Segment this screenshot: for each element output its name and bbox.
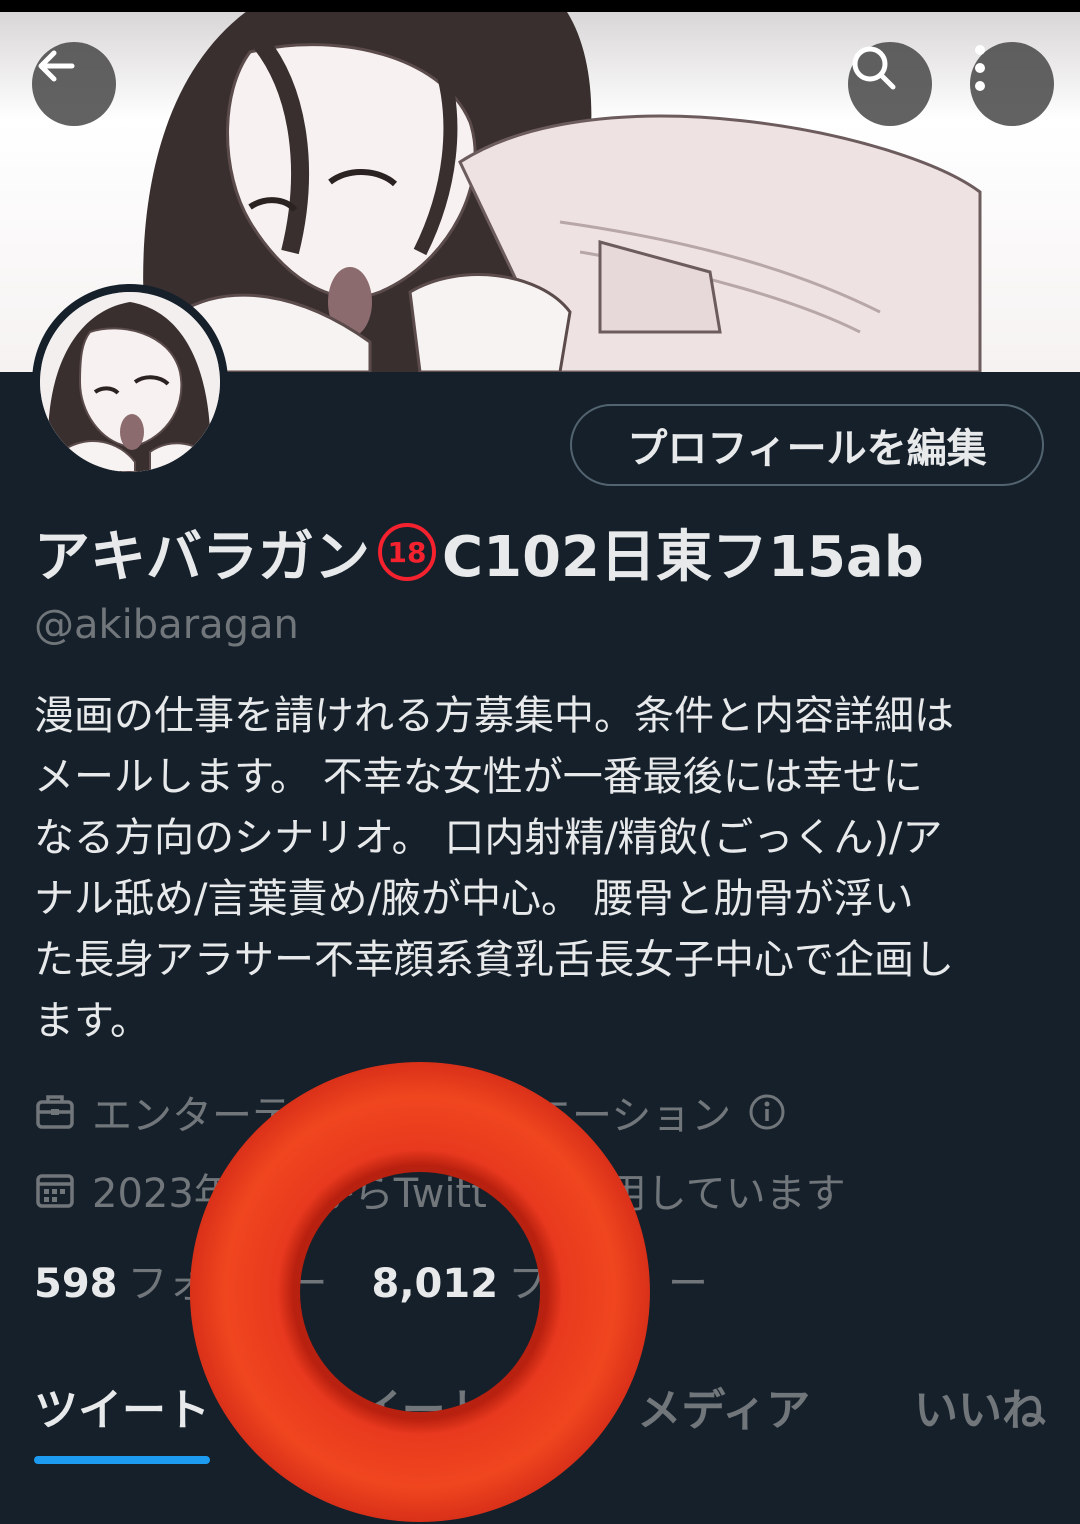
profile-join-date: 2023年 からTwitt 利用しています [34,1160,846,1220]
calendar-icon [36,1174,74,1208]
more-options-button[interactable] [970,42,1054,126]
more-vertical-icon [975,45,985,91]
info-icon[interactable] [747,1092,787,1132]
status-bar [0,0,1080,12]
profile-category: エンターテ クリエーション [34,1082,787,1142]
bio-line: ます。 [34,998,150,1044]
tab-likes[interactable]: いいね [914,1374,1046,1462]
briefcase-icon [36,1095,74,1129]
age-restriction-badge: 18 [378,523,436,581]
profile-bio: 漫画の仕事を請けれる方募集中。条件と内容詳細は メールします。 不幸な女性が一番… [34,686,1054,1052]
search-icon [852,46,896,90]
followers-link[interactable]: 8,012 フォ ー [372,1251,709,1309]
followers-count: 8,012 [371,1261,499,1307]
back-button[interactable] [32,42,116,126]
category-label: エンターテ クリエーション [92,1093,732,1139]
followers-label: フォ ー [508,1261,709,1307]
display-name-text: アキバラガン [34,524,370,590]
arrow-left-icon [38,50,75,82]
avatar[interactable] [32,284,228,480]
following-count: 598 [34,1261,118,1307]
search-button[interactable] [848,42,932,126]
bio-line: 漫画の仕事を請けれる方募集中。条件と内容詳細は [34,693,954,739]
bio-line: メールします。 不幸な女性が一番最後には幸せに [34,754,923,800]
bio-line: た長身アラサー不幸顔系貧乳舌長女子中心で企画し [34,937,954,983]
profile-tabs: ツイート イートと メディア いいね [0,1360,1080,1476]
display-name: アキバラガン 18 C102日東フ15ab [34,512,924,592]
tab-tweets[interactable]: ツイート [34,1374,210,1464]
bio-line: なる方向のシナリオ。 口内射精/精飲(ごっくん)/ア [34,815,943,861]
tab-tweets-and-replies[interactable]: イートと [314,1374,534,1462]
join-date-label: 2023年 からTwitt 利用しています [92,1171,846,1217]
following-label: フォ ー [127,1261,328,1307]
avatar-image [40,292,220,472]
user-handle: @akibaragan [34,602,299,648]
following-link[interactable]: 598 フォ ー [34,1251,328,1309]
bio-line: ナル舐め/言葉責め/腋が中心。 腰骨と肋骨が浮い [34,876,914,922]
edit-profile-button[interactable]: プロフィールを編集 [570,404,1044,486]
tab-media[interactable]: メディア [637,1374,810,1462]
follow-stats: 598 フォ ー 8,012 フォ ー [34,1250,708,1310]
display-name-suffix: C102日東フ15ab [442,524,924,590]
